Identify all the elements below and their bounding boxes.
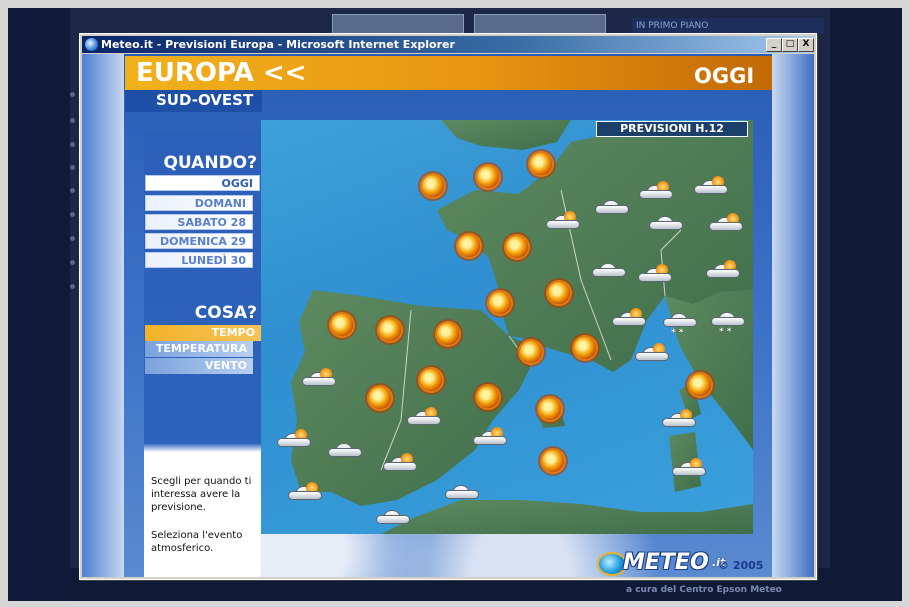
partly-cloudy-icon xyxy=(694,176,728,194)
partly-cloudy-icon xyxy=(383,453,417,471)
page-title[interactable]: EUROPA << xyxy=(136,58,306,88)
sun-icon xyxy=(331,314,353,336)
sun-icon xyxy=(530,153,552,175)
maximize-button[interactable]: □ xyxy=(782,38,798,52)
partly-cloudy-icon xyxy=(638,264,672,282)
cloud-icon xyxy=(445,485,479,499)
background-bullet xyxy=(70,142,75,147)
sun-icon xyxy=(477,386,499,408)
sun-icon xyxy=(542,450,564,472)
copyright: © 2005 xyxy=(718,559,764,572)
forecast-time-label: PREVISIONI H.12 xyxy=(596,121,748,137)
cloud-icon xyxy=(592,263,626,277)
cosa-title: COSA? xyxy=(194,303,257,323)
sun-icon xyxy=(574,337,596,359)
sun-icon xyxy=(379,319,401,341)
when-item-domani[interactable]: DOMANI xyxy=(145,195,253,211)
background-bullet xyxy=(70,188,75,193)
snow-icon: ** xyxy=(663,313,697,338)
background-bullet xyxy=(70,260,75,265)
ie-icon xyxy=(85,38,98,51)
right-frame-panel xyxy=(772,54,814,577)
when-item-oggi[interactable]: OGGI xyxy=(145,175,260,191)
left-frame-panel xyxy=(82,54,124,577)
sun-icon xyxy=(548,282,570,304)
partly-cloudy-icon xyxy=(662,409,696,427)
sun-icon xyxy=(422,175,444,197)
sun-icon xyxy=(689,374,711,396)
partly-cloudy-icon xyxy=(639,181,673,199)
partly-cloudy-icon xyxy=(277,429,311,447)
what-item-tempo[interactable]: TEMPO xyxy=(145,325,261,341)
cloud-icon xyxy=(595,200,629,214)
sun-icon xyxy=(506,236,528,258)
help-text-what: Seleziona l'evento atmosferico. xyxy=(151,530,243,554)
sun-icon xyxy=(458,235,480,257)
selected-day-title: OGGI xyxy=(694,64,755,88)
cloud-icon xyxy=(649,216,683,230)
background-bullet xyxy=(70,165,75,170)
when-item-lunedi[interactable]: LUNEDÌ 30 xyxy=(145,252,253,268)
background-primo-piano: IN PRIMO PIANO xyxy=(632,18,824,34)
background-bullet xyxy=(70,212,75,217)
popup-window: Meteo.it - Previsioni Europa - Microsoft… xyxy=(79,33,817,580)
sun-icon xyxy=(369,387,391,409)
partly-cloudy-icon xyxy=(635,343,669,361)
help-text-when: Scegli per quando ti interessa avere la … xyxy=(151,476,252,513)
background-bullet xyxy=(70,284,75,289)
help-panel xyxy=(144,454,261,577)
what-item-temperatura[interactable]: TEMPERATURA xyxy=(145,341,253,357)
quando-title: QUANDO? xyxy=(163,153,257,173)
africa-land xyxy=(381,500,753,534)
britain-land xyxy=(441,120,571,150)
minimize-button[interactable]: _ xyxy=(766,38,782,52)
when-item-sabato[interactable]: SABATO 28 xyxy=(145,214,253,230)
partly-cloudy-icon xyxy=(407,407,441,425)
snow-icon: ** xyxy=(711,312,745,337)
background-bullet xyxy=(70,92,75,97)
background-bullet xyxy=(70,118,75,123)
window-title: Meteo.it - Previsioni Europa - Microsoft… xyxy=(101,38,455,51)
sun-icon xyxy=(539,398,561,420)
subregion-title: SUD-OVEST xyxy=(156,91,254,109)
sun-icon xyxy=(437,323,459,345)
close-button[interactable]: X xyxy=(798,38,814,52)
logo-text: METEO xyxy=(623,550,709,575)
sun-icon xyxy=(520,341,542,363)
window-titlebar[interactable]: Meteo.it - Previsioni Europa - Microsoft… xyxy=(82,36,814,53)
sun-icon xyxy=(420,369,442,391)
cloud-icon xyxy=(328,443,362,457)
sun-icon xyxy=(477,166,499,188)
weather-app: EUROPA << OGGI SUD-OVEST QUANDO? COSA? O… xyxy=(82,54,814,577)
partly-cloudy-icon xyxy=(473,427,507,445)
background-footer: a cura del Centro Epson Meteo xyxy=(626,585,782,595)
when-item-domenica[interactable]: DOMENICA 29 xyxy=(145,233,253,249)
partly-cloudy-icon xyxy=(672,458,706,476)
background-bullet xyxy=(70,236,75,241)
cloud-icon xyxy=(376,510,410,524)
partly-cloudy-icon xyxy=(709,213,743,231)
partly-cloudy-icon xyxy=(302,368,336,386)
partly-cloudy-icon xyxy=(612,308,646,326)
partly-cloudy-icon xyxy=(288,482,322,500)
partly-cloudy-icon xyxy=(546,211,580,229)
what-item-vento[interactable]: VENTO xyxy=(145,358,253,374)
background-left-column xyxy=(8,8,70,601)
partly-cloudy-icon xyxy=(706,260,740,278)
sun-icon xyxy=(489,292,511,314)
